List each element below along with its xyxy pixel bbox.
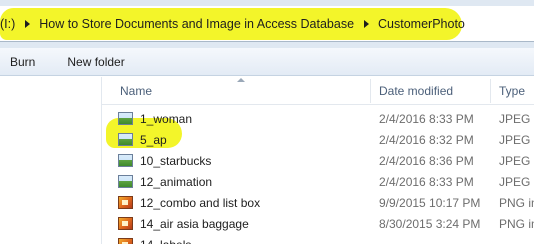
column-header-row: Name Date modified Type: [102, 77, 534, 105]
file-type: JPEG im: [499, 175, 534, 189]
file-date: 2/4/2016 8:36 PM: [379, 154, 474, 168]
png-image-icon: [118, 196, 133, 209]
file-row[interactable]: 14_labels: [102, 235, 534, 244]
file-type: JPEG im: [499, 133, 534, 147]
file-name[interactable]: 12_animation: [140, 172, 212, 193]
file-date: 9/9/2015 10:17 PM: [379, 196, 481, 210]
jpeg-image-icon: [118, 112, 133, 125]
file-name[interactable]: 1_woman: [140, 109, 192, 130]
command-toolbar: Burn New folder: [0, 48, 534, 76]
jpeg-image-icon: [118, 133, 133, 146]
file-row[interactable]: 10_starbucks 2/4/2016 8:36 PM JPEG im: [102, 151, 534, 172]
file-type: JPEG im: [499, 154, 534, 168]
breadcrumb-current-folder[interactable]: CustomerPhoto: [378, 17, 465, 31]
column-header-type[interactable]: Type: [499, 77, 525, 105]
file-date: 2/4/2016 8:32 PM: [379, 133, 474, 147]
file-row[interactable]: 1_woman 2/4/2016 8:33 PM JPEG im: [102, 109, 534, 130]
file-row[interactable]: 5_ap 2/4/2016 8:32 PM JPEG im: [102, 130, 534, 151]
file-type: PNG im: [499, 217, 534, 231]
file-date: 2/4/2016 8:33 PM: [379, 112, 474, 126]
file-type: JPEG im: [499, 112, 534, 126]
breadcrumb-arrow-icon[interactable]: [364, 20, 370, 28]
burn-button[interactable]: Burn: [2, 51, 43, 73]
address-bar-area: (I:) How to Store Documents and Image in…: [0, 0, 534, 48]
new-folder-button[interactable]: New folder: [59, 51, 132, 73]
file-name[interactable]: 5_ap: [140, 130, 167, 151]
file-name[interactable]: 12_combo and list box: [140, 193, 260, 214]
file-type: [499, 235, 534, 244]
file-date: 8/30/2015 3:24 PM: [379, 217, 481, 231]
sort-caret-icon: [237, 78, 245, 82]
breadcrumb: (I:) How to Store Documents and Image in…: [0, 12, 465, 36]
file-row[interactable]: 12_animation 2/4/2016 8:33 PM JPEG im: [102, 172, 534, 193]
png-image-icon: [118, 217, 133, 230]
column-divider[interactable]: [490, 79, 491, 103]
png-image-icon: [118, 238, 133, 244]
file-name[interactable]: 14_air asia baggage: [140, 214, 249, 235]
column-divider[interactable]: [370, 79, 371, 103]
file-row[interactable]: 12_combo and list box 9/9/2015 10:17 PM …: [102, 193, 534, 214]
breadcrumb-folder[interactable]: How to Store Documents and Image in Acce…: [39, 17, 354, 31]
file-type: PNG im: [499, 196, 534, 210]
breadcrumb-arrow-icon[interactable]: [25, 20, 31, 28]
jpeg-image-icon: [118, 175, 133, 188]
navigation-pane[interactable]: [0, 77, 102, 244]
breadcrumb-drive[interactable]: (I:): [0, 17, 15, 31]
jpeg-image-icon: [118, 154, 133, 167]
column-header-date-modified[interactable]: Date modified: [379, 77, 453, 105]
file-list: Name Date modified Type 1_woman 2/4/2016…: [102, 77, 534, 244]
column-header-name[interactable]: Name: [120, 77, 152, 105]
address-bar[interactable]: (I:) How to Store Documents and Image in…: [0, 6, 534, 42]
file-name[interactable]: 10_starbucks: [140, 151, 211, 172]
file-name[interactable]: 14_labels: [140, 235, 191, 244]
file-row[interactable]: 14_air asia baggage 8/30/2015 3:24 PM PN…: [102, 214, 534, 235]
file-date: 2/4/2016 8:33 PM: [379, 175, 474, 189]
